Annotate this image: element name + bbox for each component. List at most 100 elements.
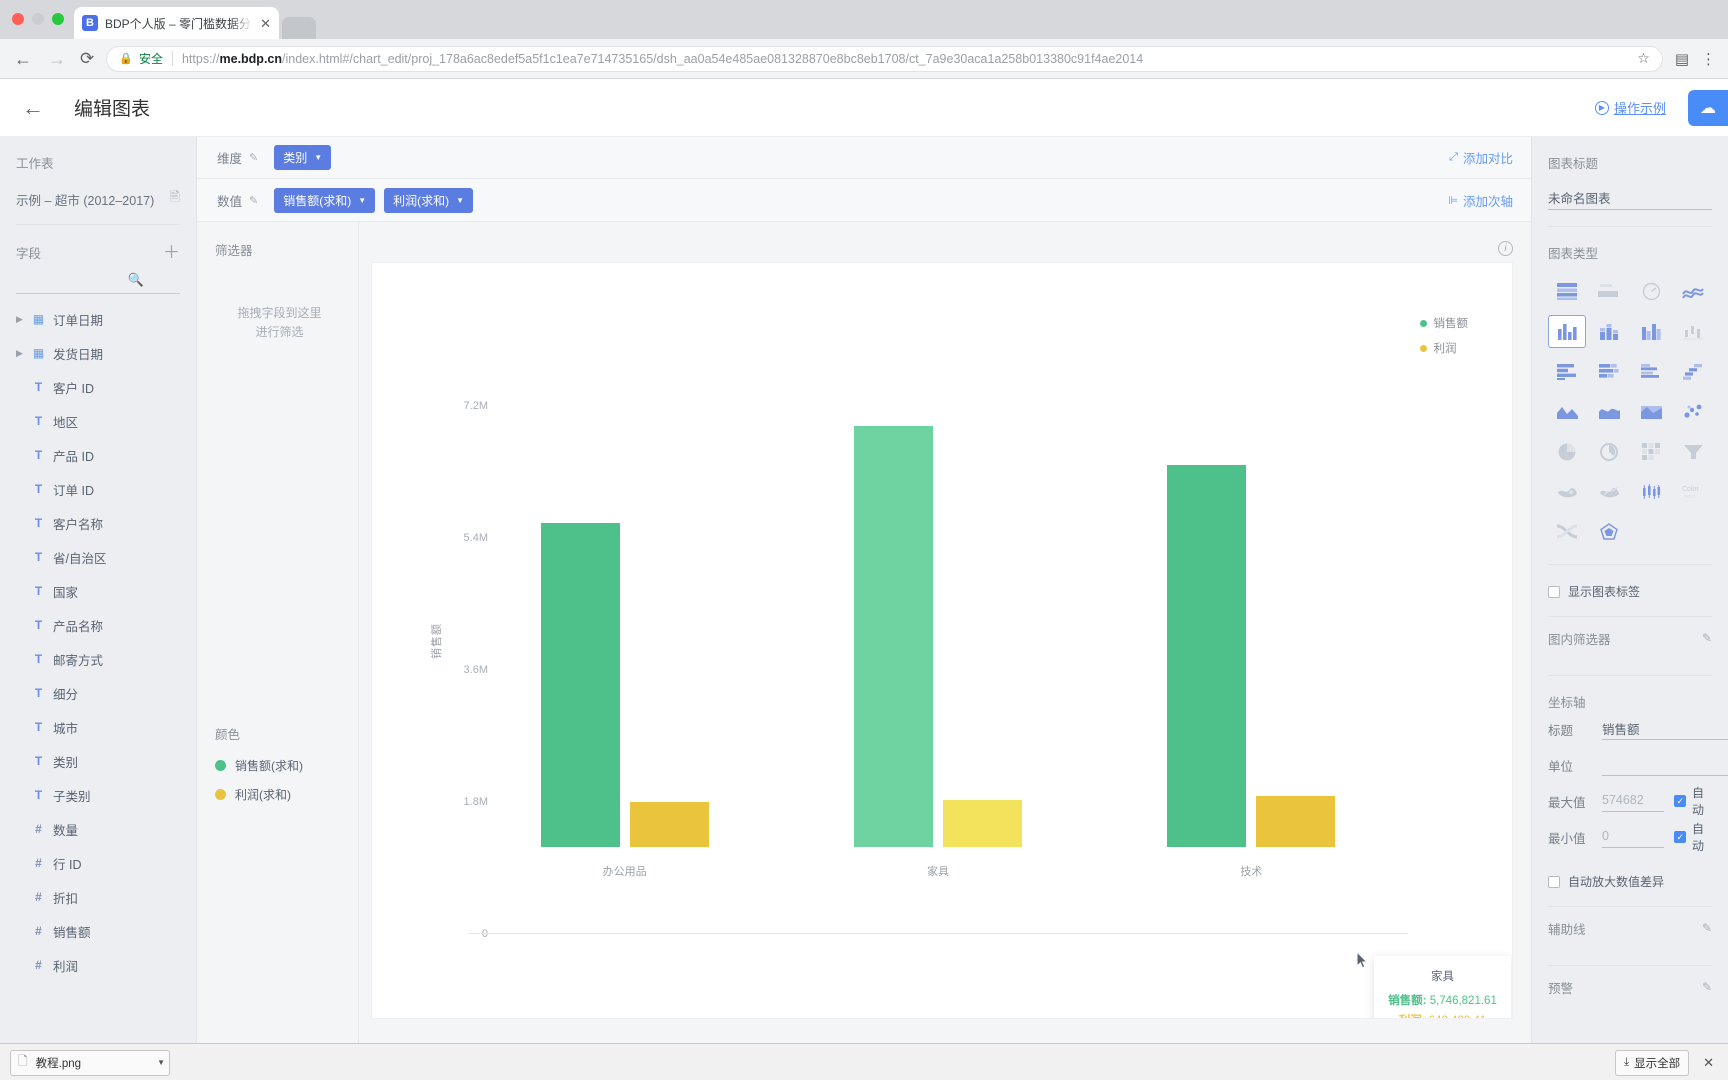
bar-销售额[interactable]	[540, 523, 620, 847]
filled-area-icon[interactable]	[1632, 395, 1670, 428]
field-item[interactable]: ▶#销售额	[0, 914, 196, 948]
funnel-chart-icon[interactable]	[1674, 435, 1712, 468]
stacked-bar-icon[interactable]	[1590, 355, 1628, 388]
bar-chart-icon[interactable]	[1548, 355, 1586, 388]
area-chart-icon[interactable]	[1548, 395, 1586, 428]
in-chart-filter-row[interactable]: 图内筛选器 ✎	[1532, 617, 1728, 659]
bookmark-star-icon[interactable]: ☆	[1637, 50, 1650, 67]
field-item[interactable]: ▶T产品 ID	[0, 438, 196, 472]
axis-unit-input[interactable]	[1602, 754, 1728, 776]
window-close-button[interactable]	[12, 13, 24, 25]
field-item[interactable]: ▶T细分	[0, 676, 196, 710]
field-item[interactable]: ▶T子类别	[0, 778, 196, 812]
field-item[interactable]: ▶#折扣	[0, 880, 196, 914]
filter-dropzone[interactable]: 拖拽字段到这里 进行筛选	[215, 304, 344, 342]
worksheet-item[interactable]: 示例 – 超市 (2012–2017) 🗎	[16, 188, 180, 210]
field-item[interactable]: ▶T客户名称	[0, 506, 196, 540]
heatmap-icon[interactable]	[1632, 435, 1670, 468]
line-chart-icon[interactable]	[1674, 275, 1712, 308]
axis-max-auto-toggle[interactable]: 自动	[1674, 784, 1712, 818]
axis-min-input[interactable]	[1602, 826, 1664, 848]
pie-chart-icon[interactable]	[1548, 435, 1586, 468]
address-bar[interactable]: 🔒 安全 https://me.bdp.cn/index.html#/chart…	[106, 45, 1663, 72]
reload-icon[interactable]: ⟳	[80, 49, 94, 69]
axis-max-input[interactable]	[1602, 790, 1664, 812]
guideline-row[interactable]: 辅助线 ✎	[1532, 907, 1728, 949]
forward-arrow-icon[interactable]: →	[46, 50, 68, 68]
field-item[interactable]: ▶T客户 ID	[0, 370, 196, 404]
add-compare-button[interactable]: ⤢ 添加对比	[1449, 148, 1513, 167]
color-legend-item-sales[interactable]: 销售额(求和)	[215, 757, 344, 774]
dimension-pill-category[interactable]: 类别 ▼	[274, 145, 332, 170]
axis-title-input[interactable]	[1602, 718, 1728, 740]
bar-利润[interactable]	[1256, 795, 1336, 847]
app-back-arrow-icon[interactable]: ←	[22, 96, 44, 119]
field-item[interactable]: ▶T省/自治区	[0, 540, 196, 574]
metric-card-icon[interactable]	[1590, 275, 1628, 308]
extension-icon[interactable]: ▤	[1675, 50, 1689, 68]
grouped-bar-icon[interactable]	[1632, 355, 1670, 388]
map-flow-icon[interactable]	[1590, 475, 1628, 508]
column-chart-icon[interactable]	[1548, 315, 1586, 348]
pyramid-bar-icon[interactable]	[1674, 355, 1712, 388]
close-download-bar-icon[interactable]: ✕	[1699, 1055, 1718, 1071]
field-item[interactable]: ▶ ▦ 订单日期	[0, 302, 196, 336]
show-chart-labels-toggle[interactable]: 显示图表标签	[1532, 583, 1728, 600]
chevron-right-icon[interactable]: ▶	[16, 314, 24, 325]
legend-item[interactable]: 利润	[1419, 340, 1469, 356]
window-traffic-lights[interactable]	[12, 13, 64, 25]
browser-menu-icon[interactable]: ⋮	[1701, 50, 1716, 68]
search-input[interactable]	[16, 273, 128, 287]
donut-chart-icon[interactable]	[1590, 435, 1628, 468]
tab-placeholder[interactable]	[282, 17, 316, 39]
pencil-icon[interactable]: ✎	[249, 151, 258, 164]
bar-销售额[interactable]	[1167, 465, 1247, 847]
plus-icon[interactable]: ＋	[163, 244, 180, 261]
help-bubble-icon[interactable]: ☁	[1688, 89, 1728, 126]
field-item[interactable]: ▶#行 ID	[0, 846, 196, 880]
chart-title-input[interactable]	[1548, 184, 1712, 210]
field-item[interactable]: ▶#利润	[0, 948, 196, 982]
scatter-chart-icon[interactable]	[1674, 395, 1712, 428]
add-secondary-axis-button[interactable]: ⊫ 添加次轴	[1448, 191, 1513, 210]
demo-link[interactable]: ▶ 操作示例	[1594, 98, 1666, 117]
back-arrow-icon[interactable]: ←	[12, 50, 34, 68]
pencil-icon[interactable]: ✎	[249, 194, 258, 207]
sankey-icon[interactable]	[1548, 515, 1586, 548]
checkbox[interactable]	[1674, 795, 1686, 807]
checkbox[interactable]	[1548, 875, 1560, 888]
show-all-downloads-button[interactable]: ⤓ 显示全部	[1615, 1049, 1690, 1076]
chevron-right-icon[interactable]: ▶	[16, 348, 24, 359]
field-item[interactable]: ▶T订单 ID	[0, 472, 196, 506]
field-item[interactable]: ▶T城市	[0, 710, 196, 744]
pencil-icon[interactable]: ✎	[1702, 631, 1712, 645]
alert-row[interactable]: 预警 ✎	[1532, 966, 1728, 1008]
grouped-column-icon[interactable]	[1632, 315, 1670, 348]
color-legend-item-profit[interactable]: 利润(求和)	[215, 786, 344, 803]
chevron-down-icon[interactable]: ▼	[157, 1058, 165, 1067]
checkbox[interactable]	[1674, 831, 1686, 843]
bar-利润[interactable]	[942, 800, 1022, 847]
legend-item[interactable]: 销售额	[1419, 315, 1468, 331]
auto-scale-toggle[interactable]: 自动放大数值差异	[1532, 873, 1728, 890]
pencil-icon[interactable]: ✎	[1702, 980, 1712, 994]
download-item[interactable]: 🗋 教程.png ▼	[10, 1049, 170, 1076]
document-icon[interactable]: 🗎	[170, 188, 180, 210]
candlestick-icon[interactable]	[1632, 475, 1670, 508]
field-item[interactable]: ▶ ▦ 发货日期	[0, 336, 196, 370]
field-item[interactable]: ▶T国家	[0, 574, 196, 608]
bar-销售额[interactable]	[853, 425, 933, 847]
field-item[interactable]: ▶T邮寄方式	[0, 642, 196, 676]
browser-tab[interactable]: B BDP个人版 – 零门槛数据分析平 ✕	[74, 7, 279, 39]
bar-利润[interactable]	[629, 801, 709, 847]
table-chart-icon[interactable]	[1548, 275, 1586, 308]
map-bubble-icon[interactable]	[1548, 475, 1586, 508]
field-item[interactable]: ▶T产品名称	[0, 608, 196, 642]
window-maximize-button[interactable]	[52, 13, 64, 25]
gauge-chart-icon[interactable]	[1632, 275, 1670, 308]
checkbox[interactable]	[1548, 585, 1560, 598]
window-minimize-button[interactable]	[32, 13, 44, 25]
pencil-icon[interactable]: ✎	[1702, 921, 1712, 935]
field-search-row[interactable]: 🔍	[16, 272, 180, 294]
value-pill-sales[interactable]: 销售额(求和) ▼	[274, 187, 376, 213]
